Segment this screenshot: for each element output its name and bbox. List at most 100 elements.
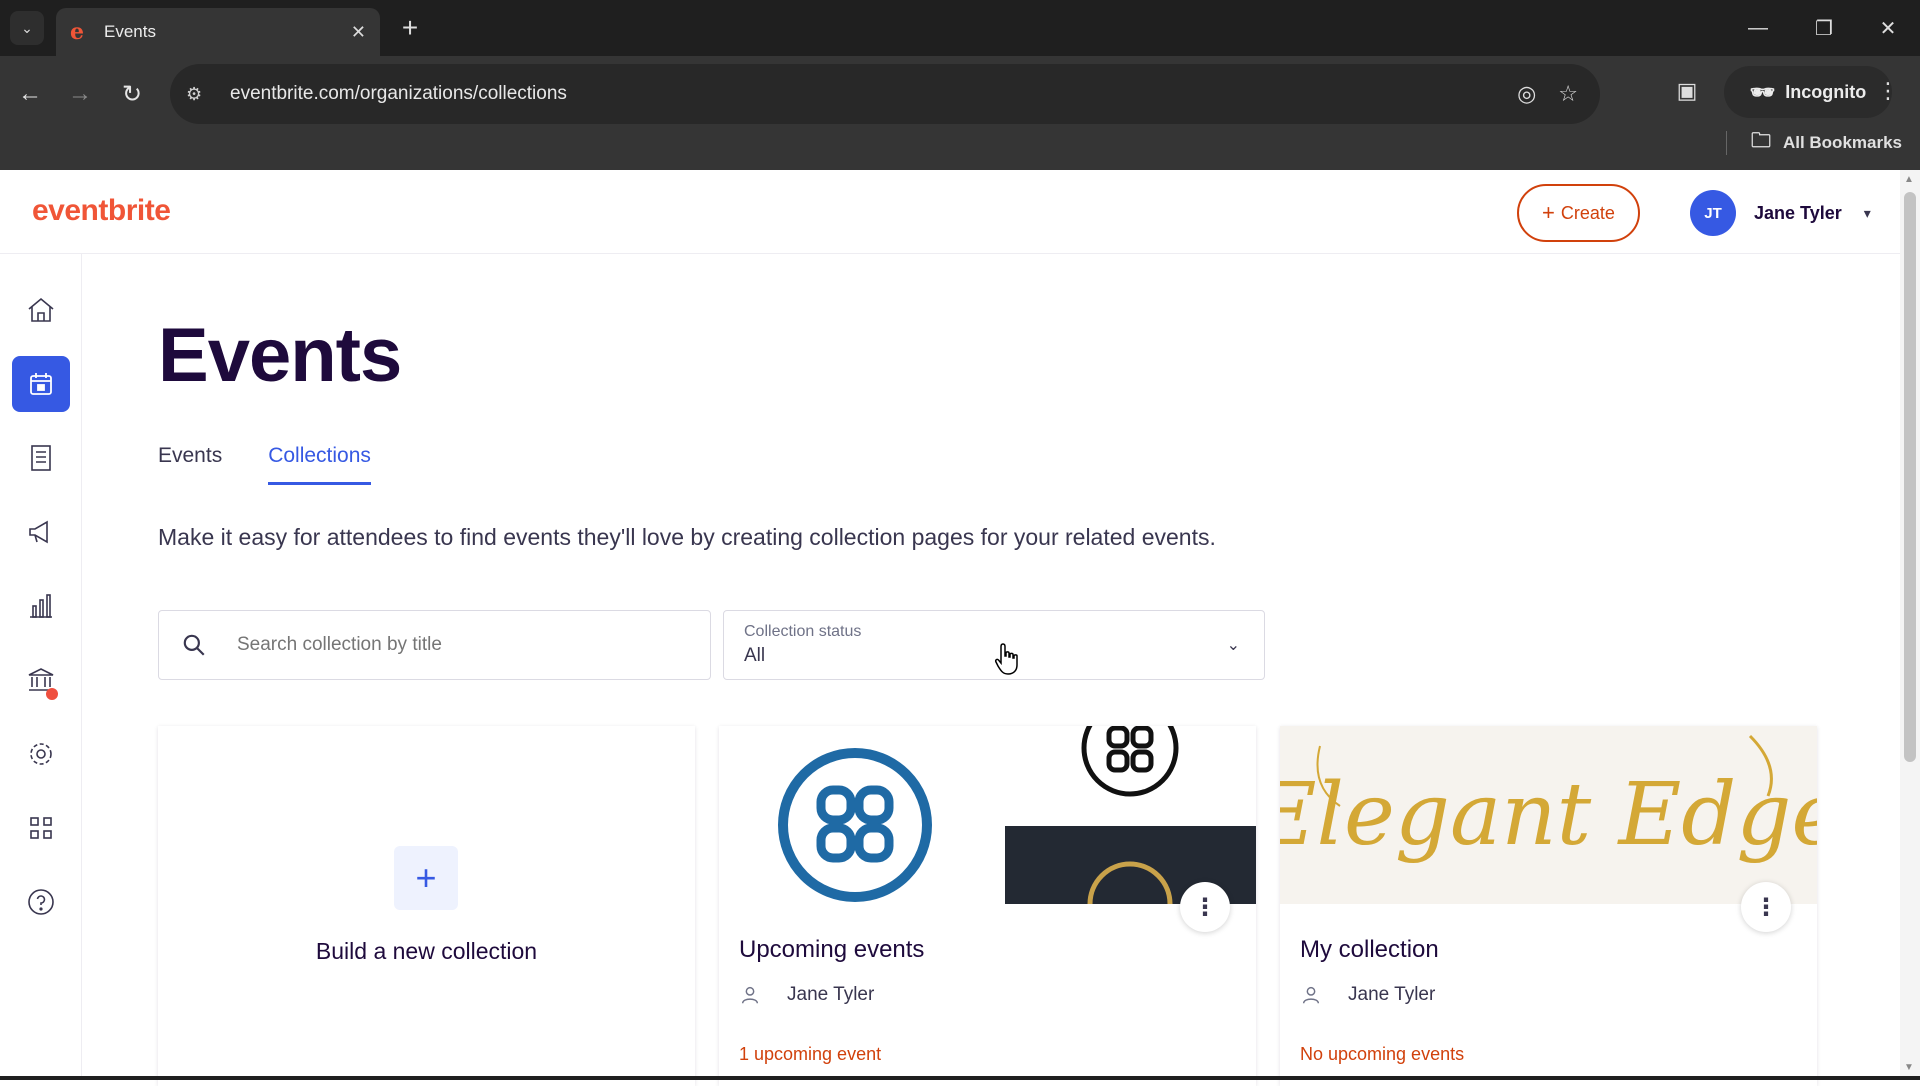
gear-icon xyxy=(30,743,52,765)
browser-tab-bar: ⌄ e Events ✕ + — ❐ ✕ xyxy=(0,0,1920,56)
collection-owner: Jane Tyler xyxy=(1300,984,1435,1006)
page-scrollbar[interactable]: ▲ ▼ xyxy=(1900,170,1920,1080)
collection-cards: + Build a new collection ⋮ Upcoming even… xyxy=(158,726,1818,1086)
chevron-down-icon: ▾ xyxy=(1863,204,1871,221)
sidebar-item-home[interactable] xyxy=(12,282,70,338)
user-menu[interactable]: JT Jane Tyler ▾ xyxy=(1690,190,1871,236)
calendar-icon xyxy=(30,373,52,395)
avatar: JT xyxy=(1690,190,1736,236)
collection-cover-image: Elegant Edge xyxy=(1280,726,1817,904)
collection-title[interactable]: Upcoming events xyxy=(739,936,924,964)
sidebar-item-finance[interactable] xyxy=(12,652,70,708)
grid-icon xyxy=(30,817,52,839)
browser-tab[interactable]: e Events ✕ xyxy=(56,8,380,56)
sidebar-item-events[interactable] xyxy=(12,356,70,412)
plus-icon: + xyxy=(401,12,419,43)
star-icon[interactable]: ☆ xyxy=(1558,81,1578,107)
tab-list-button[interactable]: ⌄ xyxy=(10,11,44,45)
minimize-button[interactable]: — xyxy=(1744,14,1772,42)
notification-dot xyxy=(46,688,58,700)
eventbrite-favicon-icon: e xyxy=(70,19,84,45)
incognito-icon: 🕶 xyxy=(1749,81,1776,104)
site-settings-icon[interactable]: ⚙ xyxy=(186,84,226,105)
collection-owner: Jane Tyler xyxy=(739,984,874,1006)
restore-icon: ❐ xyxy=(1815,17,1833,40)
cover-collage xyxy=(719,726,1256,904)
reload-button[interactable]: ↻ xyxy=(114,76,150,112)
bar-chart-icon xyxy=(30,594,52,618)
tab-collections[interactable]: Collections xyxy=(268,444,371,485)
more-options-button[interactable]: ⋮ xyxy=(1741,882,1791,932)
page-title: Events xyxy=(158,313,402,398)
scroll-down-icon[interactable]: ▼ xyxy=(1904,1062,1914,1073)
url-text[interactable]: eventbrite.com/organizations/collections xyxy=(230,83,1517,105)
close-icon: ✕ xyxy=(1879,17,1897,40)
tab-title: Events xyxy=(104,22,156,41)
eventbrite-logo[interactable]: eventbrite xyxy=(32,194,171,228)
status-value: All xyxy=(744,645,766,666)
collection-title[interactable]: My collection xyxy=(1300,936,1439,964)
receipt-icon xyxy=(31,445,51,471)
bottom-edge xyxy=(0,1076,1920,1080)
chevron-down-icon: ⌄ xyxy=(21,19,33,36)
divider xyxy=(1725,131,1727,155)
new-tab-button[interactable]: + xyxy=(394,12,426,44)
restore-button[interactable]: ❐ xyxy=(1810,14,1838,42)
browser-menu-button[interactable]: ⋮ xyxy=(1876,76,1900,106)
forward-button[interactable]: → xyxy=(62,76,98,112)
close-window-button[interactable]: ✕ xyxy=(1874,14,1902,42)
person-icon xyxy=(1302,986,1320,1004)
search-box[interactable] xyxy=(158,610,711,680)
search-input[interactable] xyxy=(237,634,677,656)
sidebar-item-settings[interactable] xyxy=(12,726,70,782)
reload-icon: ↻ xyxy=(121,80,143,108)
build-collection-label: Build a new collection xyxy=(315,938,538,964)
collection-card-my-collection[interactable]: Elegant Edge ⋮ My collection Jane Tyler … xyxy=(1280,726,1817,1086)
more-options-button[interactable]: ⋮ xyxy=(1180,882,1230,932)
tabs: Events Collections xyxy=(158,444,417,485)
more-vertical-icon: ⋮ xyxy=(1193,893,1217,921)
sidebar-item-orders[interactable] xyxy=(12,430,70,486)
megaphone-icon xyxy=(29,520,48,544)
back-button[interactable]: ← xyxy=(12,76,48,112)
search-icon xyxy=(183,634,205,656)
arrow-left-icon: ← xyxy=(18,80,42,107)
eye-off-icon[interactable]: ◎ xyxy=(1517,81,1536,107)
plus-icon: + xyxy=(1542,200,1555,225)
tab-events[interactable]: Events xyxy=(158,444,222,485)
cover-image-text: Elegant Edge xyxy=(1280,765,1817,865)
arrow-right-icon: → xyxy=(68,80,92,107)
more-vertical-icon: ⋮ xyxy=(1754,893,1778,921)
incognito-chip[interactable]: 🕶 Incognito xyxy=(1724,66,1892,118)
incognito-label: Incognito xyxy=(1785,81,1867,102)
sidebar-item-apps[interactable] xyxy=(12,800,70,856)
collection-card-upcoming[interactable]: ⋮ Upcoming events Jane Tyler 1 upcoming … xyxy=(719,726,1256,1086)
scroll-up-icon[interactable]: ▲ xyxy=(1904,174,1914,185)
create-label: Create xyxy=(1560,202,1615,223)
side-panel-button[interactable]: ▣ xyxy=(1672,76,1702,106)
browser-toolbar: ← → ↻ ⚙ eventbrite.com/organizations/col… xyxy=(0,56,1920,176)
more-vertical-icon: ⋮ xyxy=(1877,78,1899,103)
create-button[interactable]: + Create xyxy=(1517,184,1640,242)
page-description: Make it easy for attendees to find event… xyxy=(158,524,1216,550)
upcoming-count: 1 upcoming event xyxy=(739,1044,882,1064)
sidebar-item-reports[interactable] xyxy=(12,578,70,634)
sidebar-item-marketing[interactable] xyxy=(12,504,70,560)
address-bar[interactable]: ⚙ eventbrite.com/organizations/collectio… xyxy=(170,64,1600,124)
owner-name: Jane Tyler xyxy=(787,984,875,1005)
scrollbar-thumb[interactable] xyxy=(1904,192,1916,762)
side-panel-icon: ▣ xyxy=(1676,78,1698,103)
hand-cursor-icon xyxy=(995,643,1018,675)
bookmarks-label: All Bookmarks xyxy=(1782,133,1902,152)
build-collection-card[interactable]: + Build a new collection xyxy=(158,726,695,1086)
upcoming-count: No upcoming events xyxy=(1300,1044,1465,1064)
status-label: Collection status xyxy=(744,623,862,640)
side-nav xyxy=(0,254,82,1080)
plus-icon: + xyxy=(394,846,458,910)
person-icon xyxy=(741,986,759,1004)
sidebar-item-help[interactable] xyxy=(12,874,70,930)
site-header: eventbrite + Create JT Jane Tyler ▾ xyxy=(0,170,1900,254)
all-bookmarks[interactable]: 🗀 All Bookmarks xyxy=(1725,126,1902,160)
close-icon[interactable]: ✕ xyxy=(351,22,366,43)
cover-elegant-edge: Elegant Edge xyxy=(1280,726,1817,904)
